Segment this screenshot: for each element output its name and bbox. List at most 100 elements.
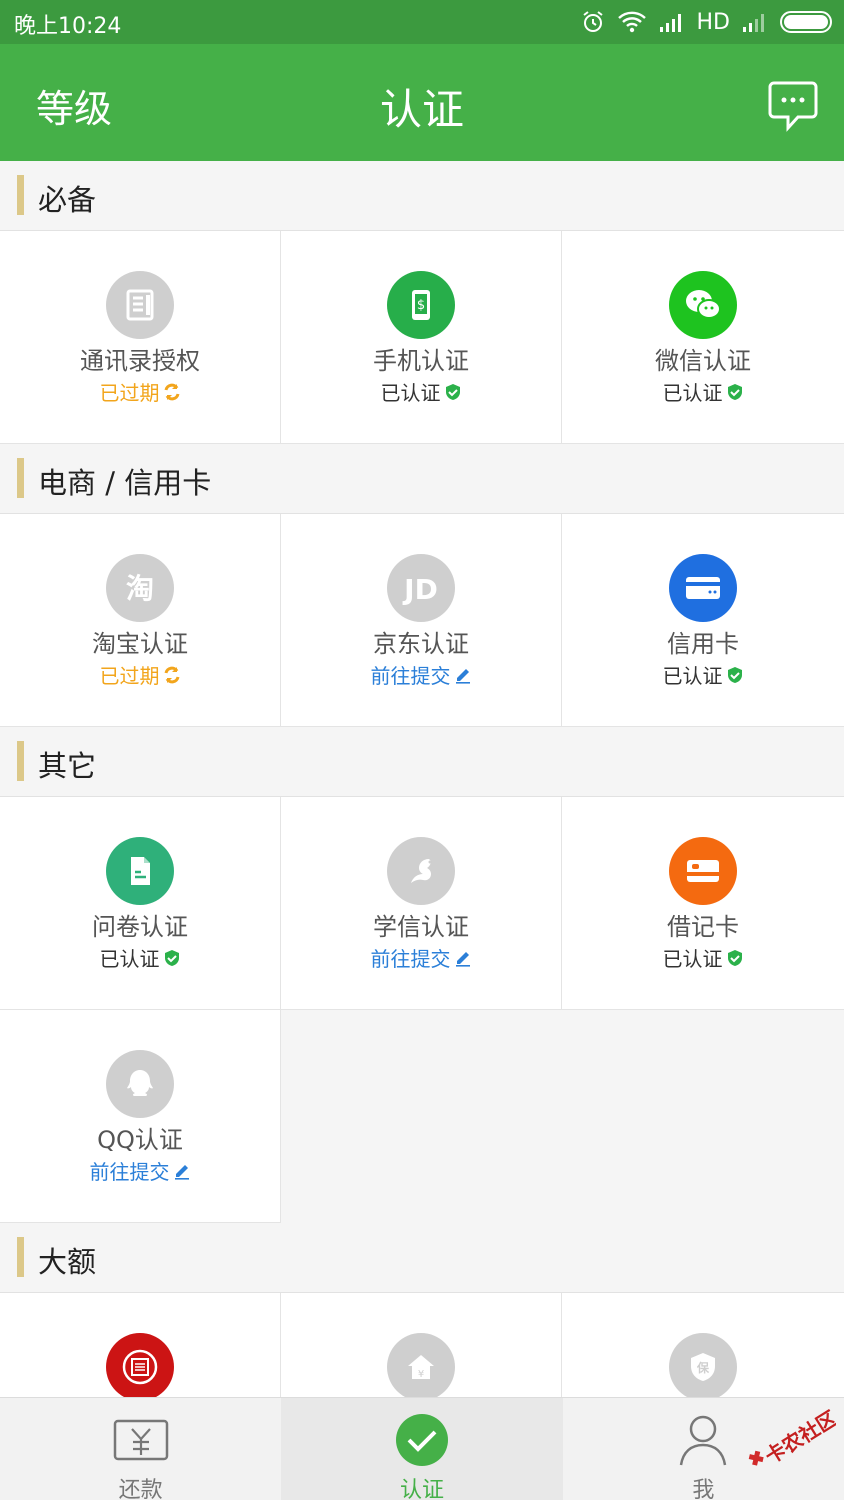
- refresh-icon: [164, 383, 179, 400]
- auth-item-status: 前往提交: [0, 1156, 280, 1185]
- jd-icon: JD: [387, 554, 455, 622]
- auth-item-contacts[interactable]: 通讯录授权 已过期: [0, 231, 281, 444]
- alarm-icon: [582, 11, 603, 32]
- status-time: 晚上10:24: [14, 14, 122, 39]
- section-header-large: 大额: [0, 1223, 844, 1293]
- auth-grid-large: ¥ 保: [0, 1293, 844, 1397]
- section-title: 其它: [38, 749, 97, 783]
- section-header-required: 必备: [0, 161, 844, 231]
- verified-shield-icon: [445, 383, 460, 400]
- content-scroll[interactable]: 必备 通讯录授权 已过期 $ 手机认证 已认证 微信认证 已认证 电商 / 信用…: [0, 161, 844, 1397]
- battery-icon: [780, 11, 832, 33]
- user-icon: [673, 1412, 733, 1468]
- auth-item-name: 学信认证: [373, 913, 469, 941]
- grid-filler: [562, 1010, 844, 1223]
- auth-item-name: 通讯录授权: [80, 347, 200, 375]
- auth-item-questionnaire[interactable]: 问卷认证 已认证: [0, 797, 281, 1010]
- auth-item-name: 手机认证: [373, 347, 469, 375]
- page-title: 认证: [379, 85, 464, 134]
- edit-icon: [455, 951, 470, 967]
- verified-shield-icon: [727, 666, 742, 683]
- insurance-icon: 保: [669, 1333, 737, 1397]
- contacts-icon: [106, 271, 174, 339]
- debit-card-icon: [669, 837, 737, 905]
- auth-item-status: 前往提交: [281, 660, 561, 689]
- auth-item-status: 已认证: [562, 660, 844, 689]
- auth-grid-ecommerce: 淘 淘宝认证 已过期 JD 京东认证 前往提交 信用卡 已认证: [0, 514, 844, 727]
- tab-verify[interactable]: 认证: [281, 1398, 563, 1500]
- section-title: 大额: [38, 1245, 97, 1279]
- auth-item-jd[interactable]: JD 京东认证 前往提交: [281, 514, 562, 727]
- auth-item-name: 淘宝认证: [92, 630, 188, 658]
- auth-item-status: 已认证: [281, 377, 561, 406]
- qq-icon: [106, 1050, 174, 1118]
- auth-item-debit-card[interactable]: 借记卡 已认证: [562, 797, 844, 1010]
- tab-repayment[interactable]: 还款: [0, 1398, 281, 1500]
- section-header-ecommerce: 电商 / 信用卡: [0, 444, 844, 514]
- section-header-other: 其它: [0, 727, 844, 797]
- status-icons: HD: [581, 8, 832, 36]
- auth-item-name: 借记卡: [667, 913, 739, 941]
- auth-item-qq[interactable]: QQ认证 前往提交: [0, 1010, 281, 1223]
- section-marker: [17, 175, 24, 215]
- section-title: 电商 / 信用卡: [38, 466, 212, 500]
- auth-item-phone[interactable]: $ 手机认证 已认证: [281, 231, 562, 444]
- section-marker: [17, 1237, 24, 1277]
- tab-label: 认证: [399, 1478, 444, 1500]
- section-marker: [17, 458, 24, 498]
- auth-item-name: QQ认证: [97, 1126, 183, 1154]
- auth-item-chsi[interactable]: 学信认证 前往提交: [281, 797, 562, 1010]
- svg-text:¥: ¥: [418, 1369, 424, 1380]
- auth-item-name: 问卷认证: [92, 913, 188, 941]
- verified-shield-icon: [164, 949, 179, 966]
- credit-card-icon: [669, 554, 737, 622]
- auth-item-status: 已认证: [0, 943, 280, 972]
- refresh-icon: [164, 666, 179, 683]
- auth-item-insurance[interactable]: 保: [562, 1293, 844, 1397]
- credit-report-icon: [106, 1333, 174, 1397]
- verified-shield-icon: [727, 949, 742, 966]
- section-title: 必备: [38, 183, 97, 217]
- auth-item-name: 微信认证: [655, 347, 751, 375]
- section-marker: [17, 741, 24, 781]
- edit-icon: [455, 668, 470, 684]
- signal-2-icon: [743, 14, 764, 32]
- signal-icon: [659, 14, 681, 32]
- message-icon: [768, 81, 818, 132]
- questionnaire-icon: [106, 837, 174, 905]
- watermark-logo: 卡农社区: [740, 1406, 841, 1478]
- auth-item-status: 已过期: [0, 377, 280, 406]
- auth-item-status: 已过期: [0, 660, 280, 689]
- auth-item-name: 信用卡: [667, 630, 739, 658]
- svg-text:JD: JD: [402, 573, 438, 606]
- auth-item-credit-card[interactable]: 信用卡 已认证: [562, 514, 844, 727]
- status-bar: 晚上10:24 HD: [0, 0, 844, 44]
- housing-fund-icon: ¥: [387, 1333, 455, 1397]
- chsi-icon: [387, 837, 455, 905]
- verified-shield-icon: [727, 383, 742, 400]
- auth-grid-other: 问卷认证 已认证 学信认证 前往提交 借记卡 已认证 QQ认证 前往提交: [0, 797, 844, 1223]
- auth-item-status: 已认证: [562, 943, 844, 972]
- grid-filler: [281, 1010, 562, 1223]
- svg-text:$: $: [417, 298, 425, 313]
- tab-label: 还款: [118, 1478, 163, 1500]
- network-type: HD: [696, 9, 730, 35]
- auth-item-status: 前往提交: [281, 943, 561, 972]
- wechat-icon: [669, 271, 737, 339]
- auth-item-wechat[interactable]: 微信认证 已认证: [562, 231, 844, 444]
- auth-item-name: 京东认证: [373, 630, 469, 658]
- verify-check-icon: [392, 1412, 452, 1468]
- svg-text:保: 保: [696, 1360, 710, 1375]
- edit-icon: [174, 1164, 189, 1180]
- auth-item-credit-report[interactable]: [0, 1293, 281, 1397]
- phone-icon: $: [387, 271, 455, 339]
- bottom-tab-bar: 还款 认证 我: [0, 1397, 844, 1500]
- wifi-icon: [617, 11, 646, 33]
- taobao-icon: 淘: [106, 554, 174, 622]
- auth-item-housing-fund[interactable]: ¥: [281, 1293, 562, 1397]
- message-button[interactable]: [768, 80, 818, 132]
- repayment-icon: [111, 1412, 171, 1468]
- auth-item-taobao[interactable]: 淘 淘宝认证 已过期: [0, 514, 281, 727]
- svg-text:卡农社区: 卡农社区: [761, 1408, 836, 1469]
- auth-item-status: 已认证: [562, 377, 844, 406]
